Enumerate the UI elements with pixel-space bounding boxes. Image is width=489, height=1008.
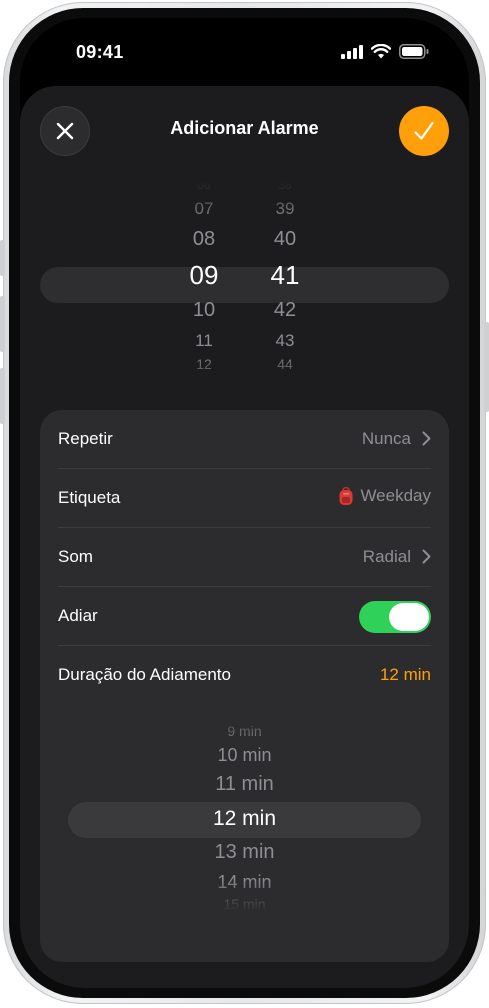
snooze-option[interactable]: 13 min [40, 842, 449, 862]
minute-option[interactable]: 43 [245, 332, 325, 349]
status-time: 09:41 [76, 42, 124, 62]
hour-option[interactable]: 10 [164, 300, 244, 320]
snooze-option[interactable]: 14 min [40, 873, 449, 891]
minute-wheel[interactable]: 38 39 40 41 42 43 44 [245, 181, 325, 391]
cellular-signal-icon [341, 44, 363, 59]
snooze-option[interactable]: 11 min [40, 774, 449, 794]
side-button [0, 240, 5, 276]
sound-value: Radial [362, 547, 411, 566]
battery-icon [399, 44, 429, 59]
snooze-duration-value: 12 min [379, 665, 431, 684]
time-picker[interactable]: 06 07 08 09 10 11 12 38 39 40 41 42 43 4… [20, 181, 469, 391]
alarm-settings-card: Repetir Nunca Etiqueta Weekday Som Radia… [40, 410, 449, 962]
chevron-right-icon [422, 431, 431, 446]
snooze-label: Adiar [58, 606, 98, 625]
checkmark-icon [414, 121, 434, 140]
hour-option[interactable]: 06 [164, 181, 244, 191]
snooze-option-selected[interactable]: 12 min [40, 808, 449, 829]
hour-option[interactable]: 07 [164, 200, 244, 217]
hour-option[interactable]: 12 [164, 357, 244, 371]
repeat-value: Nunca [361, 429, 411, 448]
snooze-option[interactable]: 9 min [40, 724, 449, 738]
side-button [484, 322, 489, 412]
minute-option[interactable]: 42 [245, 300, 325, 320]
side-button [0, 296, 5, 352]
toggle-knob [389, 603, 429, 631]
label-row[interactable]: Etiqueta Weekday [40, 469, 449, 527]
hour-option[interactable]: 11 [164, 332, 244, 349]
status-icons [341, 44, 429, 59]
sound-row[interactable]: Som Radial [40, 528, 449, 586]
hour-wheel[interactable]: 06 07 08 09 10 11 12 [164, 181, 244, 391]
minute-option[interactable]: 39 [245, 200, 325, 217]
screen: 09:41 Adicionar Alarme 06 07 08 09 10 11… [20, 18, 469, 988]
minute-option[interactable]: 38 [245, 181, 325, 191]
snooze-toggle[interactable] [359, 601, 431, 633]
sound-label: Som [58, 547, 93, 566]
chevron-right-icon [422, 549, 431, 564]
snooze-duration-row[interactable]: Duração do Adiamento 12 min [40, 646, 449, 704]
add-alarm-sheet: Adicionar Alarme 06 07 08 09 10 11 12 38… [20, 86, 469, 988]
snooze-option[interactable]: 15 min [40, 897, 449, 911]
label-row-value: Weekday [338, 486, 431, 506]
snooze-row: Adiar [40, 587, 449, 645]
hour-option-selected[interactable]: 09 [164, 262, 244, 288]
minute-option[interactable]: 44 [245, 357, 325, 371]
snooze-duration-picker[interactable]: 9 min 10 min 11 min 12 min 13 min 14 min… [40, 712, 449, 912]
label-row-label: Etiqueta [58, 488, 121, 507]
hour-option[interactable]: 08 [164, 229, 244, 249]
save-button[interactable] [399, 106, 449, 156]
backpack-icon [339, 486, 353, 505]
wifi-icon [371, 44, 391, 59]
snooze-duration-label: Duração do Adiamento [58, 665, 231, 684]
minute-option[interactable]: 40 [245, 229, 325, 249]
side-button [0, 368, 5, 424]
label-value-text: Weekday [360, 486, 431, 505]
snooze-option[interactable]: 10 min [40, 746, 449, 764]
repeat-row[interactable]: Repetir Nunca [40, 410, 449, 468]
minute-option-selected[interactable]: 41 [245, 262, 325, 288]
repeat-label: Repetir [58, 429, 113, 448]
